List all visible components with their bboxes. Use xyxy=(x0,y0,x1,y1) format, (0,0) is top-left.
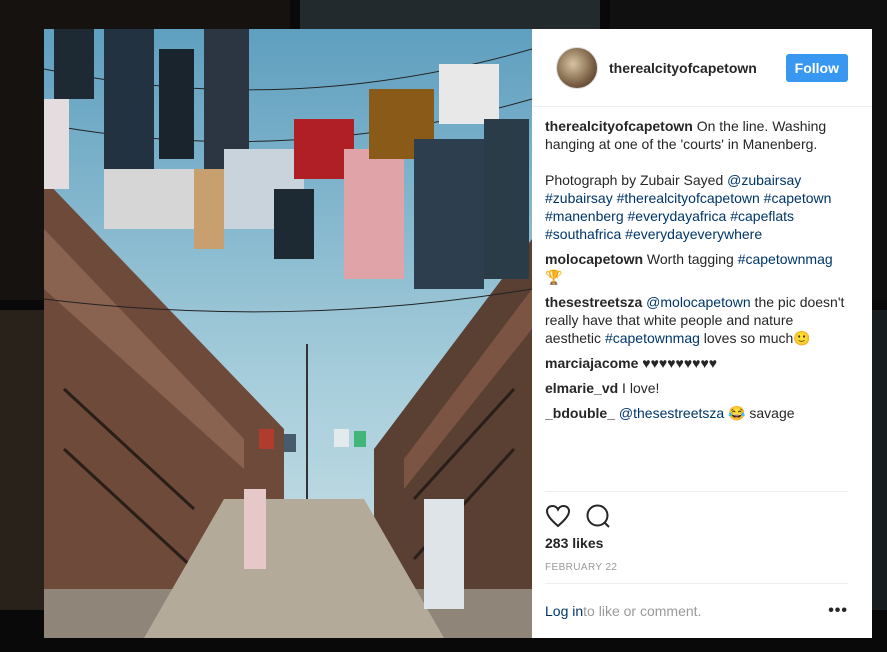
photo-illustration xyxy=(44,29,532,638)
avatar[interactable] xyxy=(556,46,598,89)
comment-text-end: loves so much xyxy=(699,330,794,346)
comment-text: Worth tagging xyxy=(643,251,738,267)
comment: molocapetown Worth tagging #capetownmag … xyxy=(545,250,845,286)
comment-author[interactable]: marciajacome xyxy=(545,355,638,371)
post-modal: therealcityofcapetown Follow therealcity… xyxy=(44,29,872,638)
login-prompt-text: to like or comment. xyxy=(583,603,702,619)
comment: thesestreetsza @molocapetown the pic doe… xyxy=(545,293,845,347)
comment-author[interactable]: elmarie_vd xyxy=(545,380,618,396)
comment-text: savage xyxy=(745,405,795,421)
comment-hashtag[interactable]: #capetownmag xyxy=(605,330,700,346)
post-date[interactable]: FEBRUARY 22 xyxy=(545,562,617,573)
comment-author[interactable]: thesestreetsza xyxy=(545,294,642,310)
comment-mention[interactable]: @thesestreetsza xyxy=(615,405,724,421)
post-photo[interactable] xyxy=(44,29,532,638)
divider xyxy=(545,583,848,584)
heart-icon[interactable] xyxy=(545,504,571,533)
smile-emoji: 🙂 xyxy=(793,330,811,346)
login-prompt: Log in to like or comment. ••• xyxy=(545,602,848,620)
caption-mention[interactable]: @zubairsay xyxy=(727,172,801,188)
comment-author[interactable]: _bdouble_ xyxy=(545,405,615,421)
caption-hashtags[interactable]: #zubairsay #therealcityofcapetown #capet… xyxy=(545,190,831,242)
more-options-icon[interactable]: ••• xyxy=(828,602,848,620)
post-sidebar: therealcityofcapetown Follow therealcity… xyxy=(532,29,872,638)
comment: marciajacome ♥♥♥♥♥♥♥♥♥ xyxy=(545,354,845,372)
post-header: therealcityofcapetown Follow xyxy=(532,29,872,107)
login-link[interactable]: Log in xyxy=(545,603,583,619)
comment-hashtag[interactable]: #capetownmag xyxy=(738,251,833,267)
caption: therealcityofcapetown On the line. Washi… xyxy=(545,117,845,243)
caption-credit: Photograph by Zubair Sayed xyxy=(545,172,728,188)
comment-text: I love! xyxy=(618,380,660,396)
comment-bubble-icon[interactable] xyxy=(585,503,611,534)
comment-text: ♥♥♥♥♥♥♥♥♥ xyxy=(638,355,718,371)
caption-author[interactable]: therealcityofcapetown xyxy=(545,118,693,134)
comment-mention[interactable]: @molocapetown xyxy=(642,294,751,310)
comments-list[interactable]: therealcityofcapetown On the line. Washi… xyxy=(545,117,845,489)
follow-button[interactable]: Follow xyxy=(785,53,848,82)
comments-fade xyxy=(545,479,845,489)
comment: _bdouble_ @thesestreetsza 😂 savage xyxy=(545,404,845,422)
divider xyxy=(545,491,848,492)
comment: elmarie_vd I love! xyxy=(545,379,845,397)
trophy-emoji: 🏆 xyxy=(545,269,563,285)
username[interactable]: therealcityofcapetown xyxy=(609,60,757,76)
likes-count[interactable]: 283 likes xyxy=(545,535,603,551)
action-bar xyxy=(545,503,611,534)
laugh-emoji: 😂 xyxy=(724,405,746,421)
comment-author[interactable]: molocapetown xyxy=(545,251,643,267)
